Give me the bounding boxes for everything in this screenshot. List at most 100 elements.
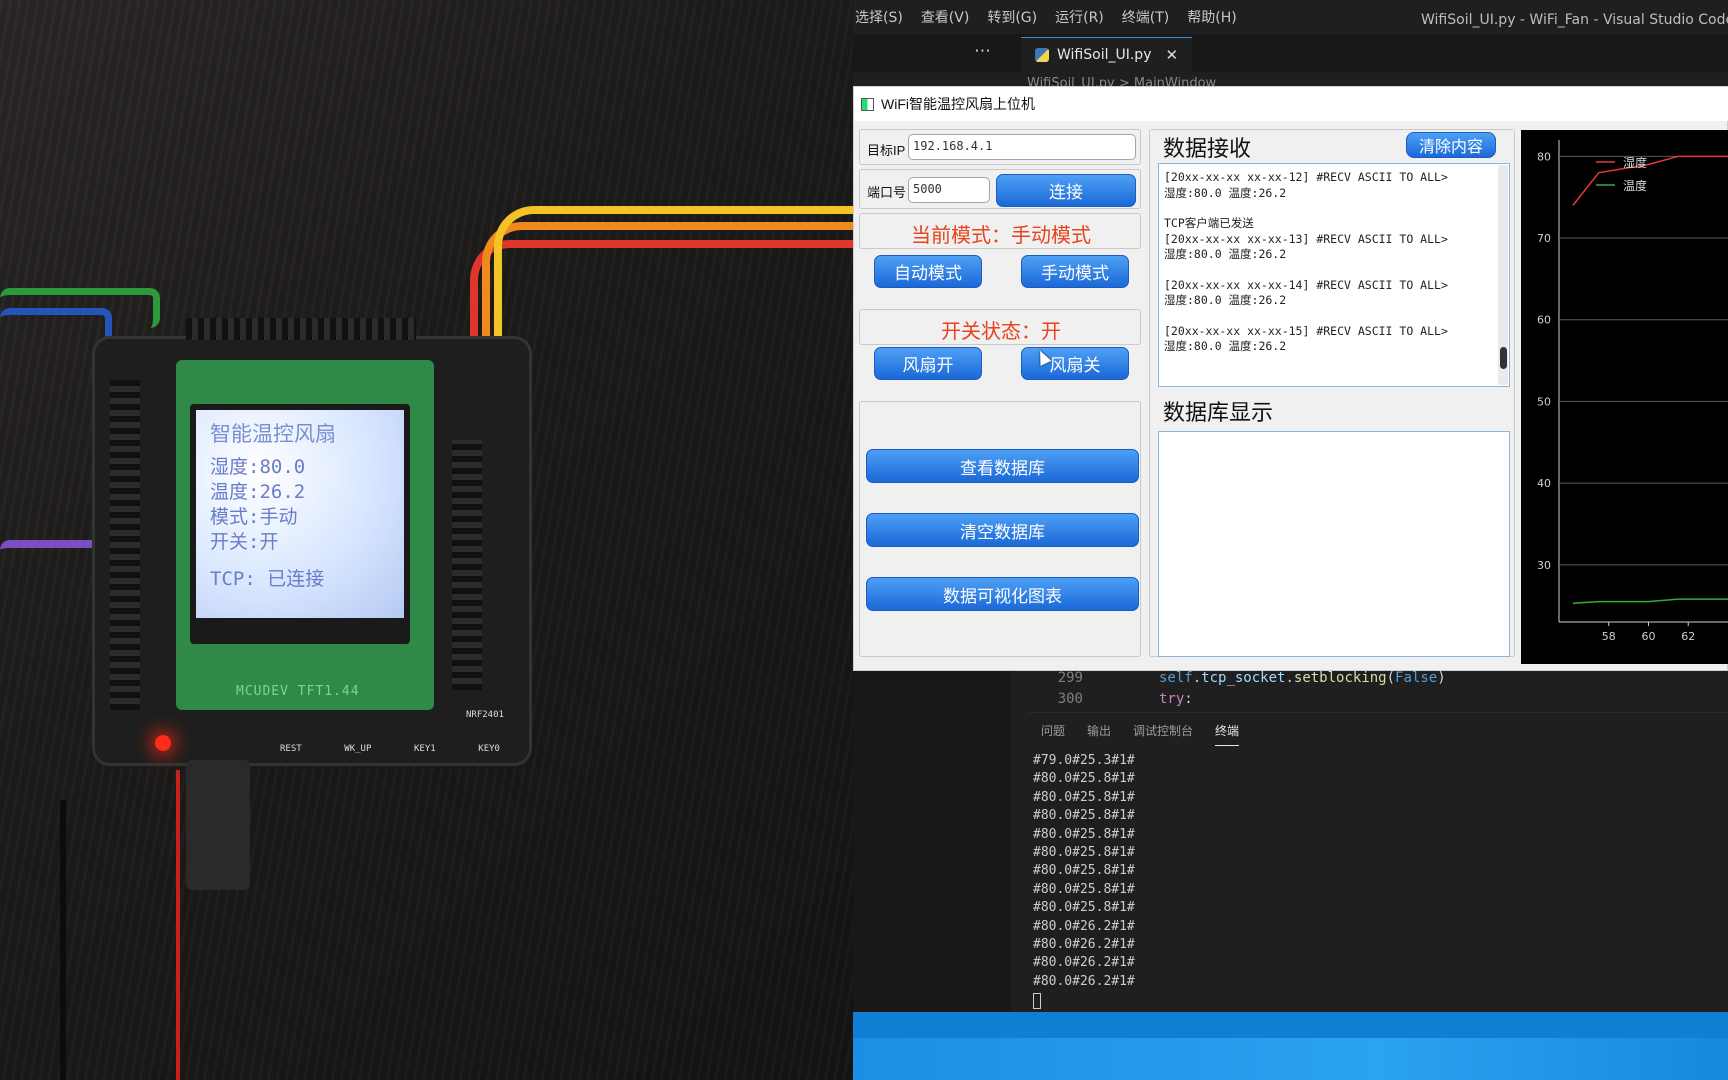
tab-debug-console[interactable]: 调试控制台 bbox=[1133, 722, 1193, 739]
port-input[interactable]: 5000 bbox=[908, 177, 990, 203]
x-tick-label: 62 bbox=[1681, 630, 1695, 643]
pin-header-right bbox=[452, 440, 482, 690]
y-tick-label: 70 bbox=[1537, 232, 1551, 245]
wire-yellow bbox=[494, 206, 853, 416]
receive-line: 湿度:80.0 温度:26.2 bbox=[1164, 185, 1287, 200]
module-label: NRF2401 bbox=[466, 710, 504, 720]
fan-on-button[interactable]: 风扇开 bbox=[874, 347, 982, 380]
clear-database-button[interactable]: 清空数据库 bbox=[866, 513, 1139, 547]
auto-mode-button[interactable]: 自动模式 bbox=[874, 255, 982, 288]
usb-cable bbox=[186, 760, 250, 890]
app-title-bar: WiFi智能温控风扇上位机 bbox=[854, 87, 1728, 121]
visualize-chart-button[interactable]: 数据可视化图表 bbox=[866, 577, 1139, 611]
clear-content-button[interactable]: 清除内容 bbox=[1406, 132, 1496, 158]
menu-goto[interactable]: 转到(G) bbox=[978, 7, 1046, 27]
taskbar bbox=[853, 1038, 1728, 1080]
status-bar bbox=[853, 1012, 1728, 1038]
app-title: WiFi智能温控风扇上位机 bbox=[881, 96, 1035, 112]
terminal-line: #80.0#25.8#1# bbox=[1033, 863, 1135, 879]
series-line bbox=[1572, 155, 1728, 206]
tab-output[interactable]: 输出 bbox=[1087, 722, 1111, 739]
menu-view[interactable]: 查看(V) bbox=[912, 7, 979, 27]
receive-line: [20xx-xx-xx xx-xx-12] #RECV ASCII TO ALL… bbox=[1164, 170, 1448, 184]
y-tick-label: 60 bbox=[1537, 314, 1551, 327]
terminal-line: #80.0#25.8#1# bbox=[1033, 900, 1135, 916]
tab-problems[interactable]: 问题 bbox=[1041, 722, 1065, 739]
terminal-output[interactable]: #79.0#25.3#1# #80.0#25.8#1# #80.0#25.8#1# #… bbox=[1033, 752, 1135, 1010]
key-label-key1: KEY1 bbox=[414, 744, 436, 754]
code-editor[interactable]: 299 self.tcp_socket.setblocking(False) 3… bbox=[853, 666, 1728, 712]
key-labels: REST WK_UP KEY1 KEY0 bbox=[280, 744, 500, 754]
x-tick-label: 60 bbox=[1641, 630, 1655, 643]
line-number: 299 bbox=[1057, 670, 1083, 686]
switch-status: 开关状态：开 bbox=[941, 319, 1061, 343]
chart-window: 80 70 60 50 40 30 58 60 62 湿度 温度 bbox=[1521, 130, 1728, 664]
more-icon[interactable]: ⋯ bbox=[974, 41, 991, 61]
terminal-line: #80.0#25.8#1# bbox=[1033, 826, 1135, 842]
connect-button[interactable]: 连接 bbox=[996, 174, 1136, 207]
terminal-line: #80.0#26.2#1# bbox=[1033, 955, 1135, 971]
port-group: 端口号 5000 连接 bbox=[859, 169, 1141, 209]
menu-help[interactable]: 帮助(H) bbox=[1178, 7, 1245, 27]
manual-mode-button[interactable]: 手动模式 bbox=[1021, 255, 1129, 288]
tab-terminal[interactable]: 终端 bbox=[1215, 722, 1240, 746]
terminal-line: #80.0#26.2#1# bbox=[1033, 937, 1135, 953]
device-photo: 智能温控风扇 湿度:80.0 温度:26.2 模式:手动 开关:开 TCP: 已… bbox=[0, 0, 853, 1080]
scrollbar-thumb[interactable] bbox=[1500, 347, 1507, 369]
panel-tabs: 问题 输出 调试控制台 终端 bbox=[1029, 712, 1728, 748]
y-tick-label: 40 bbox=[1537, 477, 1551, 490]
port-label: 端口号 bbox=[867, 185, 907, 200]
receive-line: [20xx-xx-xx xx-xx-14] #RECV ASCII TO ALL… bbox=[1164, 277, 1448, 292]
y-tick-label: 30 bbox=[1537, 559, 1551, 572]
mode-status-box: 当前模式：手动模式 bbox=[859, 213, 1141, 249]
receive-line: 湿度:80.0 温度:26.2 bbox=[1164, 339, 1287, 353]
side-panel bbox=[853, 666, 1011, 1016]
code-line: self.tcp_socket.setblocking(False) bbox=[1159, 670, 1446, 686]
tab-wifisoil-ui[interactable]: WifiSoil_UI.py ✕ bbox=[1021, 37, 1193, 72]
terminal-line: #80.0#26.2#1# bbox=[1033, 973, 1135, 989]
receive-line: [20xx-xx-xx xx-xx-15] #RECV ASCII TO ALL… bbox=[1164, 323, 1448, 338]
receive-line: 湿度:80.0 温度:26.2 bbox=[1164, 293, 1287, 307]
receive-line: [20xx-xx-xx xx-xx-13] #RECV ASCII TO ALL… bbox=[1164, 231, 1448, 246]
receive-line: 湿度:80.0 温度:26.2 bbox=[1164, 247, 1287, 261]
wire-red-bottom bbox=[100, 770, 180, 1080]
menu-bar: 选择(S) 查看(V) 转到(G) 运行(R) 终端(T) 帮助(H) Wifi… bbox=[853, 0, 1728, 34]
lcd-humidity: 湿度:80.0 bbox=[210, 456, 306, 478]
switch-status-box: 开关状态：开 bbox=[859, 309, 1141, 345]
ip-input[interactable]: 192.168.4.1 bbox=[908, 134, 1136, 160]
lcd-screen: 智能温控风扇 湿度:80.0 温度:26.2 模式:手动 开关:开 TCP: 已… bbox=[196, 410, 404, 618]
pcb-label: MCUDEV TFT1.44 bbox=[236, 684, 360, 699]
database-header: 数据库显示 bbox=[1163, 401, 1274, 426]
receive-scrollbar[interactable] bbox=[1498, 165, 1508, 385]
lcd-title: 智能温控风扇 bbox=[210, 422, 336, 446]
receive-text-area[interactable]: [20xx-xx-xx xx-xx-12] #RECV ASCII TO ALL… bbox=[1158, 163, 1510, 387]
lcd-tcp: TCP: 已连接 bbox=[210, 568, 325, 590]
menu-terminal[interactable]: 终端(T) bbox=[1113, 7, 1178, 27]
series-line bbox=[1572, 598, 1728, 604]
view-database-button[interactable]: 查看数据库 bbox=[866, 449, 1139, 483]
lcd-mode: 模式:手动 bbox=[210, 506, 298, 528]
breadcrumb[interactable]: WifiSoil_UI.py > MainWindow bbox=[1027, 76, 1627, 86]
mode-status: 当前模式：手动模式 bbox=[911, 223, 1091, 247]
database-view[interactable] bbox=[1158, 431, 1510, 657]
close-icon[interactable]: ✕ bbox=[1165, 46, 1178, 64]
lcd-temperature: 温度:26.2 bbox=[210, 481, 306, 503]
code-line: try: bbox=[1159, 691, 1193, 707]
terminal-line: #80.0#26.2#1# bbox=[1033, 918, 1135, 934]
legend-label: 湿度 bbox=[1623, 155, 1647, 170]
terminal-line: #80.0#25.8#1# bbox=[1033, 845, 1135, 861]
y-tick-label: 50 bbox=[1537, 395, 1551, 408]
pin-header-left bbox=[110, 380, 140, 710]
key-label-rest: REST bbox=[280, 744, 302, 754]
menu-run[interactable]: 运行(R) bbox=[1046, 7, 1113, 27]
key-label-wkup: WK_UP bbox=[344, 744, 372, 754]
line-number: 300 bbox=[1057, 691, 1083, 707]
ip-label: 目标IP bbox=[867, 143, 906, 158]
menu-select[interactable]: 选择(S) bbox=[853, 7, 912, 27]
chart-svg: 80 70 60 50 40 30 58 60 62 湿度温度 bbox=[1537, 140, 1728, 643]
terminal-line: #79.0#25.3#1# bbox=[1033, 753, 1135, 768]
x-tick-label: 58 bbox=[1602, 630, 1616, 643]
terminal-line: #80.0#25.8#1# bbox=[1033, 789, 1135, 805]
y-tick-label: 80 bbox=[1537, 150, 1551, 163]
lcd-switch: 开关:开 bbox=[210, 531, 279, 553]
